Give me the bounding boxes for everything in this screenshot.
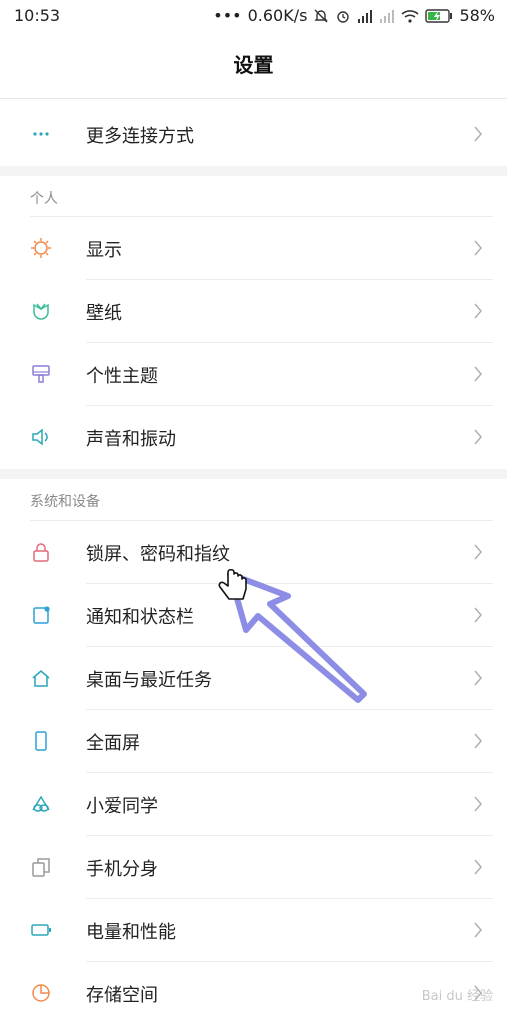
lock-icon <box>33 543 49 562</box>
battery-percent: 58% <box>459 6 495 25</box>
settings-item-notifications[interactable]: 通知和状态栏 <box>0 584 507 647</box>
xiaoai-icon <box>32 795 50 812</box>
settings-item-label: 壁纸 <box>86 303 122 324</box>
fullscreen-phone-icon <box>35 731 47 751</box>
settings-item-label: 通知和状态栏 <box>86 607 194 628</box>
section-gap <box>0 469 507 479</box>
settings-item-label: 个性主题 <box>86 366 158 387</box>
settings-item-home-screen[interactable]: 桌面与最近任务 <box>0 647 507 710</box>
signal-icon-2 <box>380 9 395 23</box>
storage-pie-icon <box>32 984 50 1002</box>
section-header-personal: 个人 <box>30 191 58 207</box>
settings-item-label: 小爱同学 <box>86 796 158 817</box>
chevron-right-icon <box>474 922 482 938</box>
display-sun-icon <box>31 238 51 258</box>
chevron-right-icon <box>474 429 482 445</box>
settings-item-label: 显示 <box>86 240 122 261</box>
settings-item-label: 更多连接方式 <box>86 126 194 147</box>
theme-brush-icon <box>32 365 50 383</box>
page-title: 设置 <box>233 53 274 77</box>
settings-item-fullscreen[interactable]: 全面屏 <box>0 710 507 773</box>
settings-item-display[interactable]: 显示 <box>0 217 507 280</box>
notification-icon <box>33 606 50 624</box>
battery-charging-icon <box>425 8 453 23</box>
chevron-right-icon <box>474 607 482 623</box>
settings-item-sound[interactable]: 声音和振动 <box>0 406 507 469</box>
network-speed: 0.60K/s <box>247 6 308 25</box>
settings-item-label: 桌面与最近任务 <box>86 670 212 691</box>
section-gap <box>0 166 507 176</box>
sound-speaker-icon <box>32 428 48 446</box>
dual-apps-icon <box>32 858 50 877</box>
settings-item-battery[interactable]: 电量和性能 <box>0 899 507 962</box>
settings-item-wallpaper[interactable]: 壁纸 <box>0 280 507 343</box>
home-icon <box>32 670 50 687</box>
settings-item-theme[interactable]: 个性主题 <box>0 343 507 406</box>
more-dots-icon: ••• <box>213 6 242 25</box>
settings-item-dual-apps[interactable]: 手机分身 <box>0 836 507 899</box>
chevron-right-icon <box>474 670 482 686</box>
wallpaper-tulip-icon <box>33 303 49 320</box>
settings-item-more-connections[interactable]: 更多连接方式 <box>0 103 507 166</box>
wifi-icon <box>401 9 419 23</box>
settings-item-label: 声音和振动 <box>86 429 176 450</box>
settings-item-label: 存储空间 <box>86 985 158 1006</box>
chevron-right-icon <box>474 733 482 749</box>
status-bar: 10:53 ••• 0.60K/s 58% <box>0 0 507 32</box>
settings-item-xiaoai[interactable]: 小爱同学 <box>0 773 507 836</box>
status-time: 10:53 <box>14 6 61 25</box>
chevron-right-icon <box>474 240 482 256</box>
mute-bell-icon <box>314 9 329 22</box>
chevron-right-icon <box>474 544 482 560</box>
settings-item-lockscreen[interactable]: 锁屏、密码和指纹 <box>0 521 507 584</box>
signal-icon <box>358 9 373 23</box>
chevron-right-icon <box>474 796 482 812</box>
alarm-icon <box>337 10 350 23</box>
settings-item-label: 电量和性能 <box>86 922 176 943</box>
watermark: Bai du 经验 <box>421 989 493 1004</box>
settings-item-label: 全面屏 <box>86 733 140 754</box>
settings-item-label: 手机分身 <box>86 859 158 880</box>
section-header-system: 系统和设备 <box>30 494 100 510</box>
chevron-right-icon <box>474 366 482 382</box>
chevron-right-icon <box>474 859 482 875</box>
chevron-right-icon <box>474 303 482 319</box>
title-divider <box>0 98 507 99</box>
more-dots-icon <box>33 132 49 136</box>
battery-icon <box>31 924 51 936</box>
settings-item-label: 锁屏、密码和指纹 <box>86 544 230 565</box>
chevron-right-icon <box>474 126 482 142</box>
